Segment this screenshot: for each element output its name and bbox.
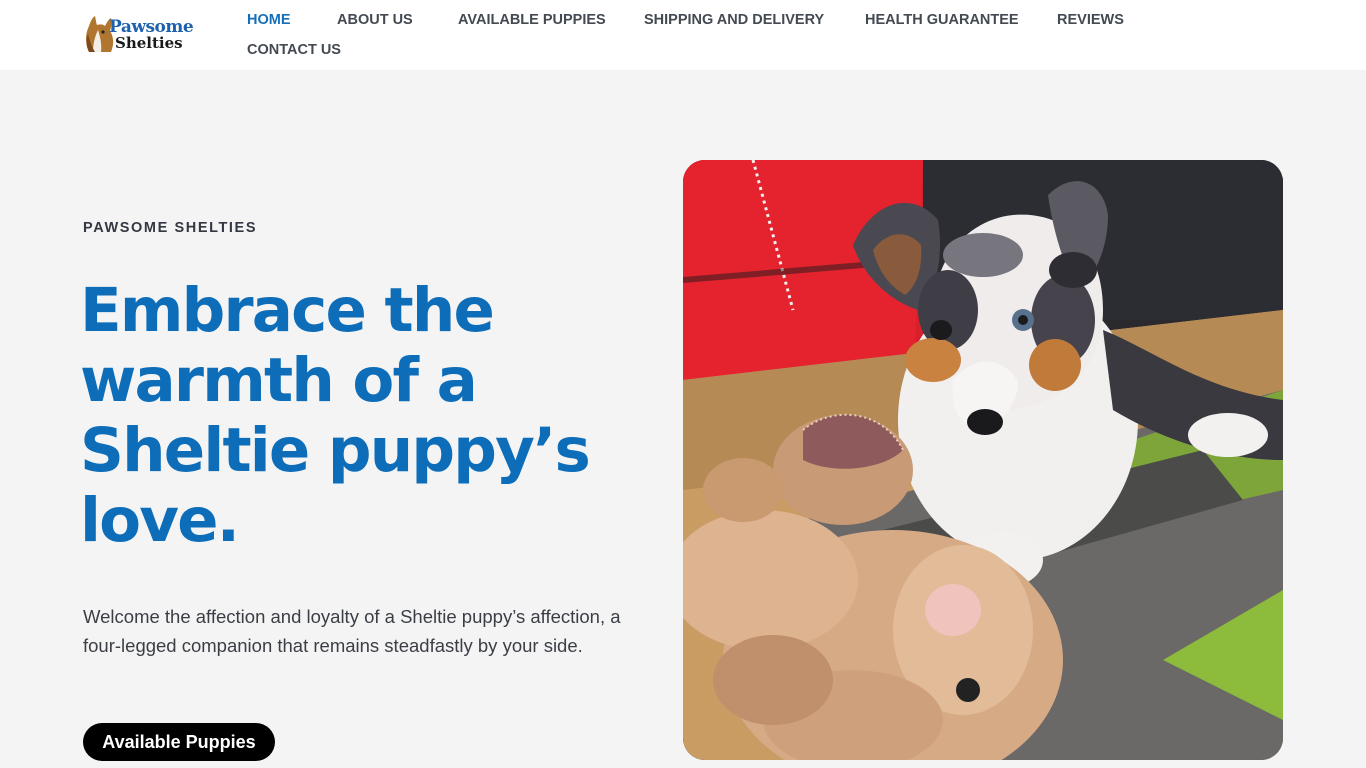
available-puppies-button[interactable]: Available Puppies — [83, 723, 275, 761]
hero-headline: Embrace the warmth of a Sheltie puppy’s … — [80, 275, 591, 556]
nav-item-about-us[interactable]: ABOUT US — [337, 12, 413, 28]
sheltie-puppy-photo — [683, 160, 1283, 760]
nav-item-shipping-and-delivery[interactable]: SHIPPING AND DELIVERY — [644, 12, 824, 28]
hero-description: Welcome the affection and loyalty of a S… — [83, 606, 621, 656]
nav-item-contact-us[interactable]: CONTACT US — [247, 42, 341, 58]
nav-item-health-guarantee[interactable]: HEALTH GUARANTEE — [865, 12, 1019, 28]
hero-eyebrow: PAWSOME SHELTIES — [83, 220, 258, 236]
site-header: Pawsome Shelties HOME ABOUT US AVAILABLE… — [0, 0, 1366, 70]
nav-item-reviews[interactable]: REVIEWS — [1057, 12, 1124, 28]
logo-text-shelties: Shelties — [115, 34, 183, 52]
nav-item-home[interactable]: HOME — [247, 12, 291, 28]
nav-item-available-puppies[interactable]: AVAILABLE PUPPIES — [458, 12, 606, 28]
site-logo[interactable]: Pawsome Shelties — [83, 14, 194, 56]
